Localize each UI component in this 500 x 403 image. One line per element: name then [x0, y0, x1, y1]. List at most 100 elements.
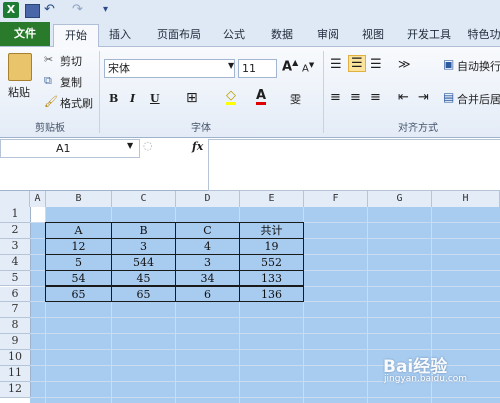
- table-cell[interactable]: 共计: [239, 221, 304, 239]
- tab-review[interactable]: 审阅: [308, 24, 348, 46]
- save-icon[interactable]: [25, 4, 40, 18]
- align-right-icon[interactable]: ≡: [370, 90, 381, 105]
- column-header-b[interactable]: B: [46, 191, 112, 208]
- table-cell[interactable]: A: [45, 221, 112, 239]
- row-header-3[interactable]: 3: [0, 238, 31, 255]
- copy-icon[interactable]: ⧉: [44, 74, 52, 88]
- table-cell[interactable]: 5: [45, 253, 112, 271]
- phonetic-icon[interactable]: 雯: [290, 91, 301, 107]
- merge-center-button[interactable]: 合并后居: [457, 91, 500, 107]
- align-middle-icon[interactable]: ☰: [348, 55, 366, 72]
- column-header-a[interactable]: A: [30, 191, 46, 208]
- table-cell[interactable]: 6: [175, 285, 240, 303]
- formula-input[interactable]: [208, 139, 500, 191]
- row-header-2[interactable]: 2: [0, 222, 31, 239]
- row-header-12[interactable]: 12: [0, 381, 31, 398]
- underline-button[interactable]: U: [150, 92, 160, 105]
- table-cell[interactable]: 133: [239, 269, 304, 287]
- row-header-5[interactable]: 5: [0, 270, 31, 287]
- cut-button[interactable]: 剪切: [60, 53, 82, 69]
- outdent-icon[interactable]: ⇥: [418, 90, 429, 105]
- quick-access-toolbar: X ↶ ↷ ▾: [0, 0, 500, 20]
- align-top-icon[interactable]: ☰: [330, 57, 342, 72]
- grow-font-icon[interactable]: A▲: [282, 58, 298, 74]
- table-cell[interactable]: 136: [239, 285, 304, 303]
- wrap-text-icon[interactable]: ▣: [443, 57, 454, 71]
- undo-icon[interactable]: ↶: [44, 2, 60, 18]
- indent-icon[interactable]: ⇤: [398, 90, 409, 105]
- orientation-icon[interactable]: ≫: [398, 57, 411, 71]
- customize-icon[interactable]: ▾: [103, 2, 113, 18]
- table-cell[interactable]: C: [175, 221, 240, 239]
- table-cell[interactable]: 3: [111, 237, 176, 255]
- row-header-6[interactable]: 6: [0, 286, 31, 303]
- table-cell[interactable]: 12: [45, 237, 112, 255]
- wrap-text-button[interactable]: 自动换行: [457, 58, 500, 74]
- tab-data[interactable]: 数据: [262, 24, 302, 46]
- table-cell[interactable]: 19: [239, 237, 304, 255]
- format-painter-button[interactable]: 格式刷: [60, 95, 93, 111]
- column-header-d[interactable]: D: [176, 191, 240, 208]
- chevron-down-icon[interactable]: ▼: [127, 141, 133, 150]
- font-size-select[interactable]: 11: [238, 59, 277, 78]
- table-cell[interactable]: 552: [239, 253, 304, 271]
- insert-function-icon[interactable]: fx: [192, 140, 203, 153]
- ribbon: 粘贴 ✂ 剪切 ⧉ 复制 🖌 格式刷 剪贴板 宋体 ▼ 11 A▲ A▼ B I…: [0, 47, 500, 138]
- active-cell-a1[interactable]: [30, 207, 46, 223]
- align-center-icon[interactable]: ≡: [350, 90, 361, 105]
- tab-file[interactable]: 文件: [0, 22, 50, 46]
- redo-icon[interactable]: ↷: [72, 2, 88, 18]
- row-header-9[interactable]: 9: [0, 334, 31, 351]
- fill-color-icon[interactable]: ◇: [226, 89, 236, 105]
- tab-developer[interactable]: 开发工具: [400, 24, 458, 46]
- shrink-font-icon[interactable]: A▼: [302, 61, 314, 74]
- tab-view[interactable]: 视图: [353, 24, 393, 46]
- row-header-8[interactable]: 8: [0, 318, 31, 335]
- column-header-g[interactable]: G: [368, 191, 432, 208]
- table-cell[interactable]: 54: [45, 269, 112, 287]
- column-header-c[interactable]: C: [112, 191, 176, 208]
- gridline-row: [30, 333, 500, 335]
- table-cell[interactable]: 34: [175, 269, 240, 287]
- table-cell[interactable]: 4: [175, 237, 240, 255]
- row-header-4[interactable]: 4: [0, 254, 31, 271]
- font-name-select[interactable]: 宋体: [104, 59, 235, 78]
- tab-insert[interactable]: 插入: [100, 24, 140, 46]
- align-left-icon[interactable]: ≡: [330, 90, 341, 105]
- border-icon[interactable]: ⊞: [186, 90, 198, 106]
- tab-special[interactable]: 特色功: [462, 24, 500, 46]
- ribbon-tabs: 文件 开始 插入 页面布局 公式 数据 审阅 视图 开发工具 特色功: [0, 20, 500, 47]
- cut-icon[interactable]: ✂: [44, 53, 53, 66]
- paste-icon[interactable]: [8, 53, 32, 81]
- tab-formulas[interactable]: 公式: [214, 24, 254, 46]
- paste-button[interactable]: 粘贴: [8, 84, 30, 100]
- ribbon-separator: [99, 51, 100, 133]
- table-cell[interactable]: 45: [111, 269, 176, 287]
- row-header-7[interactable]: 7: [0, 302, 31, 319]
- column-header-f[interactable]: F: [304, 191, 368, 208]
- table-cell[interactable]: 65: [45, 285, 112, 303]
- table-cell[interactable]: 3: [175, 253, 240, 271]
- format-painter-icon[interactable]: 🖌: [44, 95, 58, 108]
- row-header-10[interactable]: 10: [0, 350, 31, 366]
- select-all-corner[interactable]: [0, 191, 30, 208]
- column-header-e[interactable]: E: [240, 191, 304, 208]
- copy-button[interactable]: 复制: [60, 74, 82, 90]
- name-box[interactable]: A1: [0, 139, 140, 158]
- column-header-h[interactable]: H: [432, 191, 500, 208]
- align-bottom-icon[interactable]: ☰: [370, 57, 382, 72]
- formula-bar-grip[interactable]: ◌: [143, 139, 153, 152]
- tab-home[interactable]: 开始: [53, 24, 99, 47]
- font-color-icon[interactable]: A: [256, 89, 267, 105]
- merge-center-icon[interactable]: ▤: [443, 90, 454, 104]
- row-header-11[interactable]: 11: [0, 366, 31, 382]
- table-cell[interactable]: 65: [111, 285, 176, 303]
- tab-page-layout[interactable]: 页面布局: [148, 24, 210, 46]
- bold-button[interactable]: B: [109, 92, 118, 105]
- table-cell[interactable]: B: [111, 221, 176, 239]
- row-header-1[interactable]: 1: [0, 207, 31, 223]
- italic-button[interactable]: I: [130, 92, 135, 105]
- chevron-down-icon[interactable]: ▼: [228, 61, 234, 70]
- name-box-value: A1: [56, 142, 71, 155]
- table-cell[interactable]: 544: [111, 253, 176, 271]
